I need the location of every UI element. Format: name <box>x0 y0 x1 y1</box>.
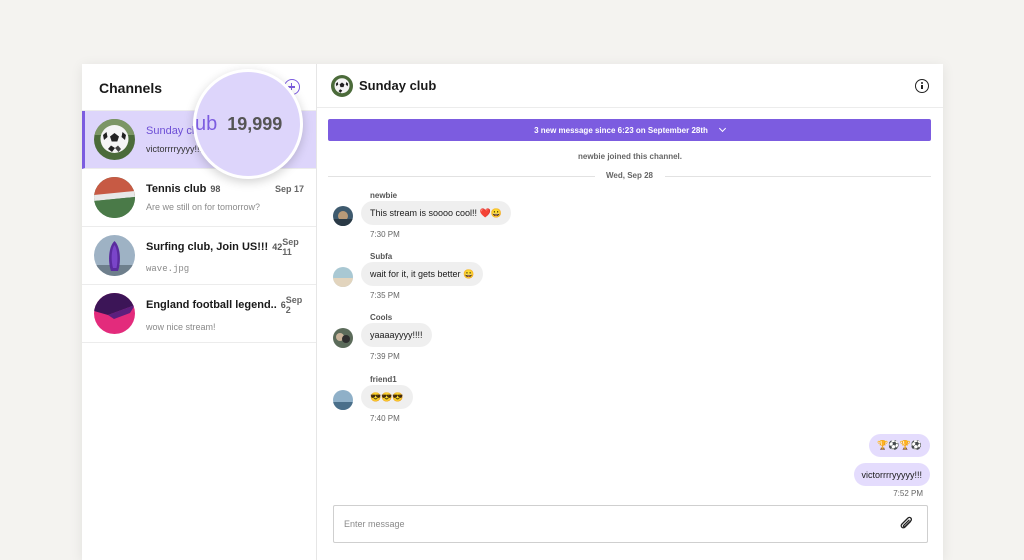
message-time: 7:35 PM <box>370 291 400 300</box>
message-time: 7:39 PM <box>370 352 400 361</box>
channel-preview: wave.jpg <box>146 264 190 274</box>
message-bubble: yaaaayyyy!!!! <box>361 323 432 347</box>
channel-item-surfing-club[interactable]: Surfing club, Join US!!! 42 Sep 11 wave.… <box>82 227 316 285</box>
message-author: friend1 <box>370 375 397 384</box>
unread-count: 42 <box>272 242 283 252</box>
message-bubble: wait for it, it gets better 😀 <box>361 262 484 286</box>
channel-name: Surfing club, Join US!!! <box>146 241 269 253</box>
channel-preview: wow nice stream! <box>146 322 216 332</box>
own-message-bubble: victorrrryyyyy!!! <box>853 463 930 486</box>
channel-avatar <box>94 235 135 276</box>
message-time: 7:30 PM <box>370 230 400 239</box>
message-author: Cools <box>370 313 393 322</box>
message-bubble: This stream is soooo cool!! ❤️😀 <box>361 201 511 225</box>
own-message-bubble: 🏆⚽🏆⚽ <box>869 434 930 457</box>
conversation-title: Sunday club <box>359 78 437 93</box>
info-icon[interactable] <box>915 78 929 93</box>
channel-avatar <box>94 177 135 218</box>
channel-date: Sep 11 <box>282 237 299 257</box>
channel-avatar <box>94 119 135 160</box>
message-author: Subfa <box>370 252 393 261</box>
message-time: 7:52 PM <box>893 489 923 498</box>
channel-name: England football legend.. <box>146 299 277 311</box>
channel-date: Sep 2 <box>285 295 303 315</box>
chat-app: Channels Sunday club victorrrryyyy!!! Te… <box>82 64 943 560</box>
paperclip-icon[interactable] <box>899 516 915 532</box>
sidebar-title: Channels <box>99 80 163 96</box>
avatar <box>333 267 353 287</box>
channel-avatar <box>331 74 353 97</box>
channel-date: Sep 17 <box>274 184 304 194</box>
message-author: newbie <box>370 191 398 200</box>
date-divider: Wed, Sep 28 <box>328 170 931 182</box>
avatar <box>333 206 353 226</box>
channel-avatar <box>94 293 135 334</box>
message-composer <box>333 505 928 543</box>
message-input[interactable] <box>344 519 899 529</box>
conversation-panel: Sunday club 3 new message since 6:23 on … <box>317 64 943 560</box>
magnifier-prefix: ub <box>195 112 218 135</box>
chevron-down-icon <box>718 124 726 133</box>
channel-item-england-football[interactable]: England football legend.. 6 Sep 2 wow ni… <box>82 285 316 343</box>
avatar <box>333 390 353 410</box>
message-time: 7:40 PM <box>370 414 400 423</box>
unread-count: 98 <box>210 184 221 194</box>
channel-preview: Are we still on for tomorrow? <box>146 202 261 212</box>
unread-count-magnifier: ub 19,999 <box>193 69 303 179</box>
channel-sidebar: Channels Sunday club victorrrryyyy!!! Te… <box>82 64 317 560</box>
magnified-count: 19,999 <box>227 113 283 134</box>
new-messages-banner[interactable]: 3 new message since 6:23 on September 28… <box>328 119 931 141</box>
conversation-header: Sunday club <box>317 64 943 108</box>
channel-item-tennis-club[interactable]: Tennis club 98 Sep 17 Are we still on fo… <box>82 169 316 227</box>
avatar <box>333 328 353 348</box>
banner-text: 3 new message since 6:23 on September 28… <box>534 125 708 135</box>
channel-name: Tennis club <box>146 183 207 195</box>
message-bubble: 😎😎😎 <box>361 385 413 409</box>
system-message: newbie joined this channel. <box>577 152 682 161</box>
